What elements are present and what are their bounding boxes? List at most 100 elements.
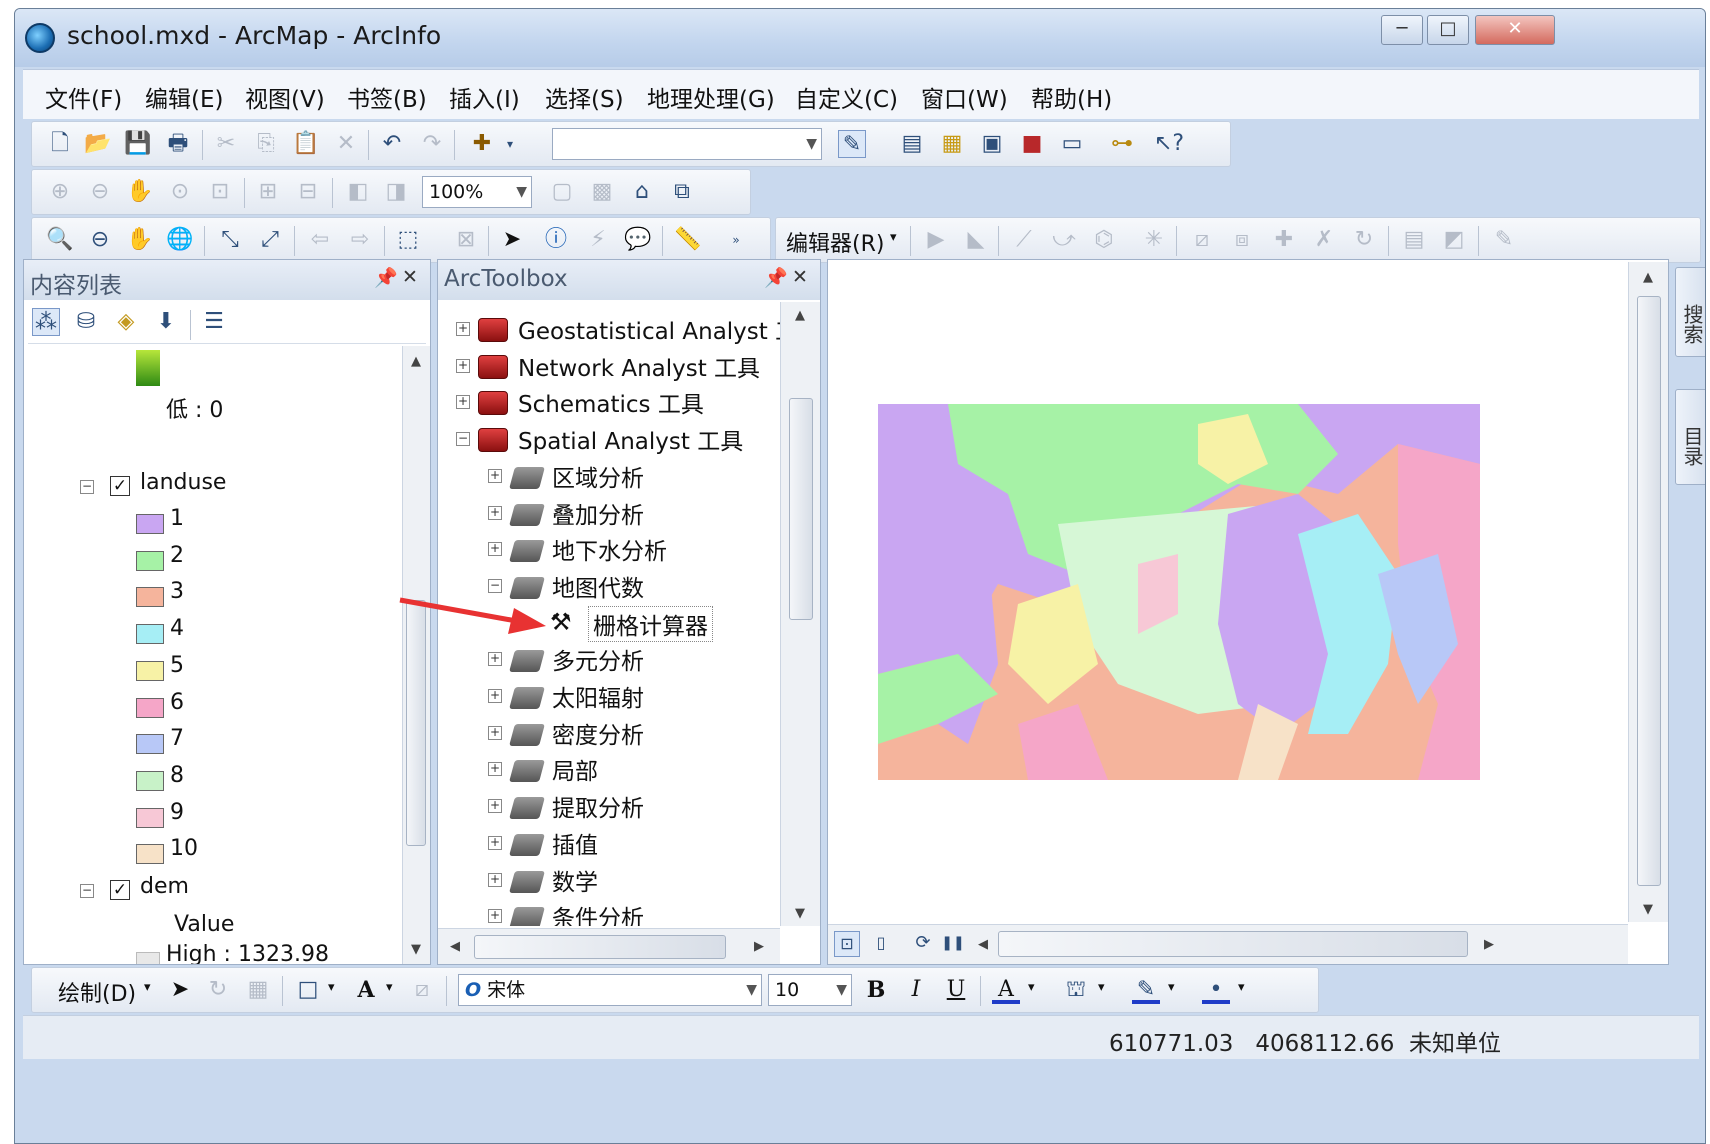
save-icon[interactable]: 💾 xyxy=(124,130,152,158)
expand-icon[interactable]: + xyxy=(456,395,470,410)
toolset-item[interactable]: 多元分析 xyxy=(552,642,644,676)
menu-customize[interactable]: 自定义(C) xyxy=(795,80,898,114)
sketch-properties-icon[interactable]: ◩ xyxy=(1440,226,1468,254)
menu-selection[interactable]: 选择(S) xyxy=(545,80,624,114)
whats-this-icon[interactable]: ↖? xyxy=(1154,130,1184,158)
identify-info-icon[interactable]: ⓘ xyxy=(542,226,570,254)
change-layout-icon[interactable]: ⌂ xyxy=(628,178,656,206)
edit-tool-icon[interactable]: ▶ xyxy=(922,226,950,254)
clear-selection-icon[interactable]: ⊠ xyxy=(452,226,480,254)
toolset-item[interactable]: 条件分析 xyxy=(552,899,644,926)
toolset-item[interactable]: 插值 xyxy=(552,826,598,860)
scroll-down-arrow-icon[interactable]: ▼ xyxy=(795,906,805,921)
dem-visibility-checkbox[interactable]: ✓ xyxy=(110,880,130,900)
zoom-100-icon[interactable]: ⊡ xyxy=(206,178,234,206)
landuse-class-swatch[interactable] xyxy=(136,697,164,718)
draw-menu-button[interactable]: 绘制(D) xyxy=(58,976,136,1008)
chevron-down-icon[interactable]: ▾ xyxy=(890,230,897,245)
arctoolbox-window-icon[interactable]: ■ xyxy=(1018,130,1046,158)
scroll-up-arrow-icon[interactable]: ▲ xyxy=(795,308,805,323)
close-icon[interactable]: ✕ xyxy=(792,266,808,288)
collapse-landuse-icon[interactable]: − xyxy=(80,480,94,494)
map-scroll-thumb[interactable] xyxy=(1637,296,1661,886)
toggle-draft-mode-icon[interactable]: ▢ xyxy=(548,178,576,206)
pan-page-icon[interactable]: ✋ xyxy=(126,178,154,206)
menu-windows[interactable]: 窗口(W) xyxy=(921,80,1008,114)
scroll-right-arrow-icon[interactable]: ▶ xyxy=(1484,937,1494,952)
rotate-element-icon[interactable]: ↻ xyxy=(204,976,232,1004)
expand-icon[interactable]: + xyxy=(488,762,502,777)
expand-icon[interactable]: + xyxy=(488,725,502,740)
back-extent-page-icon[interactable]: ◧ xyxy=(344,178,372,206)
edit-vertices-icon[interactable]: ⧄ xyxy=(408,976,436,1004)
map-vscrollbar[interactable]: ▲ ▼ xyxy=(1628,262,1668,922)
menu-geoprocessing[interactable]: 地理处理(G) xyxy=(647,80,775,114)
landuse-visibility-checkbox[interactable]: ✓ xyxy=(110,476,130,496)
close-button[interactable]: ✕ xyxy=(1475,15,1555,45)
editor-menu-button[interactable]: 编辑器(R) xyxy=(786,226,884,258)
menu-file[interactable]: 文件(F) xyxy=(45,80,122,114)
edit-vertices-icon[interactable]: ⧄ xyxy=(1188,226,1216,254)
table-window-icon[interactable]: ▤ xyxy=(898,130,926,158)
chevron-down-icon[interactable]: ▾ xyxy=(496,130,524,158)
straight-segment-icon[interactable]: ⟋ xyxy=(1010,226,1038,254)
pause-drawing-icon[interactable]: ❚❚ xyxy=(940,931,966,957)
landuse-class-swatch[interactable] xyxy=(136,844,164,865)
expand-icon[interactable]: + xyxy=(488,689,502,703)
toc-scrollbar[interactable]: ▲ ▼ xyxy=(402,346,430,964)
list-by-visibility-icon[interactable]: ◈ xyxy=(112,308,140,336)
chevron-down-icon[interactable]: ▾ xyxy=(1168,980,1175,995)
toolbox-hscrollbar[interactable]: ◀ ▶ xyxy=(438,928,780,964)
landuse-class-swatch[interactable] xyxy=(136,734,164,755)
scroll-down-arrow-icon[interactable]: ▼ xyxy=(411,942,421,957)
toolset-item[interactable]: 区域分析 xyxy=(552,459,644,493)
landuse-class-swatch[interactable] xyxy=(136,807,164,828)
toolset-item[interactable]: 地图代数 xyxy=(552,569,644,603)
select-features-icon[interactable]: ⬚ xyxy=(394,226,422,254)
rotate-icon[interactable]: ↻ xyxy=(1350,226,1378,254)
zoom-in-icon[interactable]: 🔍 xyxy=(46,226,74,254)
paste-icon[interactable]: 📋 xyxy=(292,130,320,158)
zoom-to-element-icon[interactable]: ▦ xyxy=(244,976,272,1004)
map-hscroll-thumb[interactable] xyxy=(998,931,1468,957)
line-color-pen-icon[interactable]: ✎ xyxy=(1132,976,1160,1004)
fixed-zoom-in-icon[interactable]: ⤡ xyxy=(216,226,244,254)
pin-icon[interactable]: 📌 xyxy=(764,266,788,289)
list-by-selection-icon[interactable]: ⬇ xyxy=(152,308,180,336)
scroll-left-arrow-icon[interactable]: ◀ xyxy=(450,939,460,954)
expand-icon[interactable]: + xyxy=(456,358,470,373)
zoom-whole-page-icon[interactable]: ⊙ xyxy=(166,178,194,206)
toolset-item[interactable]: 数学 xyxy=(552,863,598,897)
delete-icon[interactable]: ✕ xyxy=(332,130,360,158)
fixed-zoom-out-page-icon[interactable]: ⊟ xyxy=(294,178,322,206)
expand-icon[interactable]: + xyxy=(488,909,502,924)
endpoint-arc-icon[interactable]: ⤻ xyxy=(1050,226,1078,254)
landuse-class-swatch[interactable] xyxy=(136,770,164,791)
toolbox-hscroll-thumb[interactable] xyxy=(474,935,726,959)
full-extent-globe-icon[interactable]: 🌐 xyxy=(166,226,194,254)
search-window-icon[interactable]: ▣ xyxy=(978,130,1006,158)
expand-icon[interactable]: + xyxy=(488,468,502,483)
layer-name-landuse[interactable]: landuse xyxy=(140,470,226,495)
collapse-dem-icon[interactable]: − xyxy=(80,884,94,898)
expand-icon[interactable]: + xyxy=(488,799,502,814)
measure-icon[interactable]: 📏 xyxy=(674,226,702,254)
print-icon[interactable]: 🖶 xyxy=(164,130,192,158)
pin-icon[interactable]: 📌 xyxy=(374,266,398,289)
toolbar-options-icon[interactable]: » xyxy=(722,226,750,254)
font-color-icon[interactable]: A xyxy=(992,976,1020,1004)
landuse-class-swatch[interactable] xyxy=(136,587,164,608)
cut-icon[interactable]: ✂ xyxy=(212,130,240,158)
focus-data-frame-icon[interactable]: ▩ xyxy=(588,178,616,206)
toolbox-item[interactable]: Schematics 工具 xyxy=(518,385,704,419)
scroll-down-arrow-icon[interactable]: ▼ xyxy=(1643,902,1653,917)
landuse-map[interactable] xyxy=(878,404,1480,780)
editor-toolbar-icon[interactable]: ✎ xyxy=(838,130,866,158)
new-document-icon[interactable]: 🗋 xyxy=(46,130,74,158)
catalog-window-icon[interactable]: ▦ xyxy=(938,130,966,158)
chevron-down-icon[interactable]: ▾ xyxy=(1098,980,1105,995)
chevron-down-icon[interactable]: ▾ xyxy=(328,980,335,995)
toolset-item[interactable]: 提取分析 xyxy=(552,789,644,823)
open-folder-icon[interactable]: 📂 xyxy=(84,130,112,158)
layer-name-dem[interactable]: dem xyxy=(140,874,189,899)
